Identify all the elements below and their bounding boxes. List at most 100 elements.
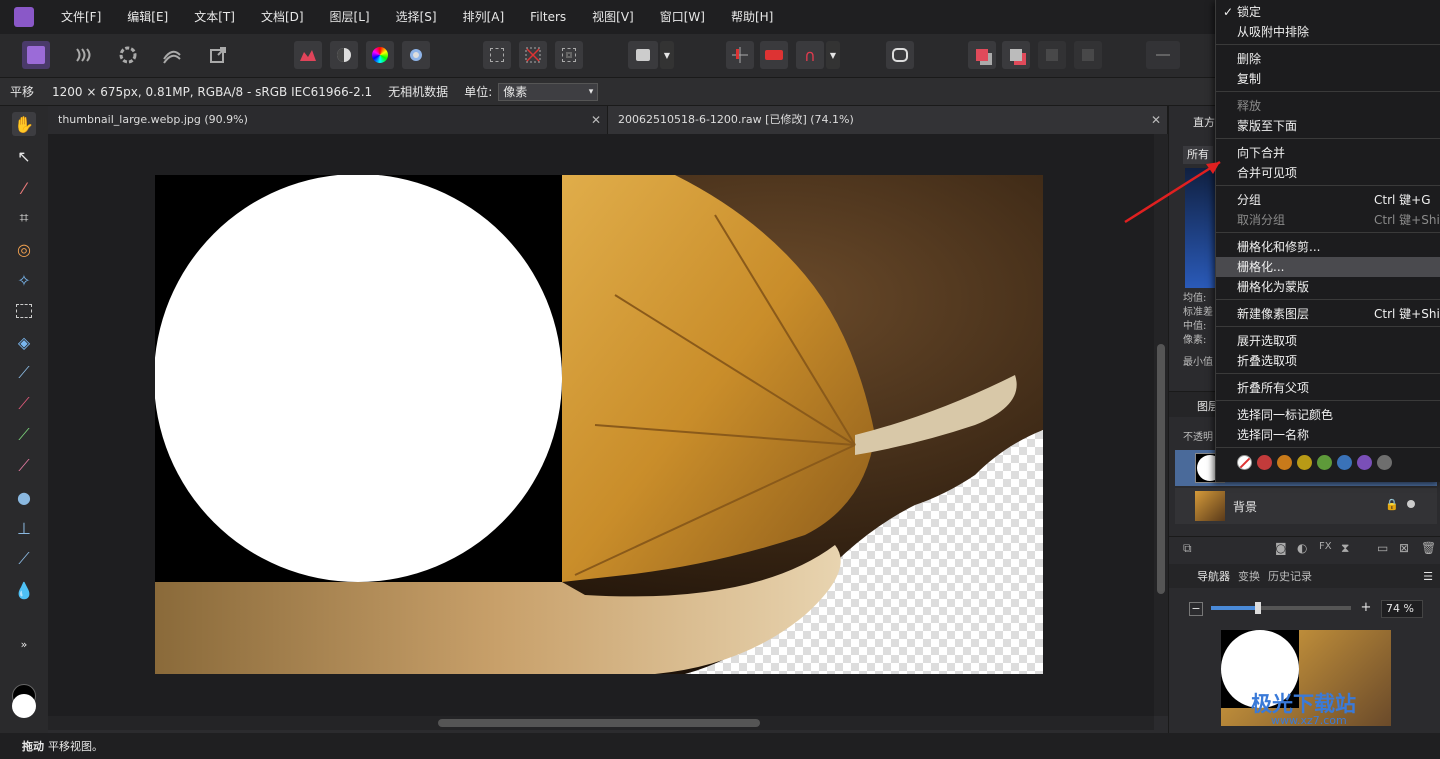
add-pixel-layer-icon[interactable]: ⊠ [1399, 541, 1409, 555]
tag-color-swatch[interactable] [1337, 455, 1352, 470]
healing-tool-icon[interactable]: ⟋ [12, 547, 36, 571]
tag-color-swatch[interactable] [1277, 455, 1292, 470]
select-all-icon[interactable] [483, 41, 511, 69]
tag-color-swatch[interactable] [1297, 455, 1312, 470]
tab-histogram[interactable]: 直方 [1193, 114, 1215, 130]
live-filter-icon[interactable]: ⧗ [1341, 541, 1349, 556]
menu-item-rasterize-trim[interactable]: 栅格化和修剪... [1216, 237, 1440, 257]
zoom-out-button[interactable]: − [1189, 602, 1203, 616]
liquify-persona-icon[interactable] [70, 41, 98, 69]
deselect-icon[interactable] [519, 41, 547, 69]
menu-item-select-same-name[interactable]: 选择同一名称 [1216, 425, 1440, 445]
menu-5[interactable]: 选择[S] [383, 0, 450, 34]
tab-navigator[interactable]: 导航器 [1197, 568, 1230, 584]
fx-icon[interactable]: FX [1319, 541, 1332, 552]
close-icon[interactable]: ✕ [1151, 106, 1161, 134]
develop-persona-icon[interactable] [114, 41, 142, 69]
menu-item-rasterize[interactable]: 栅格化... [1216, 257, 1440, 277]
mask-layer-icon[interactable]: ◙ [1275, 541, 1287, 555]
tab-transform[interactable]: 变换 [1238, 568, 1260, 584]
zoom-slider-handle[interactable] [1255, 602, 1261, 614]
zoom-slider[interactable] [1211, 602, 1351, 614]
tag-color-swatch[interactable] [1357, 455, 1372, 470]
vertical-scroll-thumb[interactable] [1157, 344, 1165, 594]
erase-tool-icon[interactable]: ⟋ [12, 454, 36, 478]
selection-brush-tool-icon[interactable]: ◎ [12, 237, 36, 261]
flood-select-tool-icon[interactable]: ✧ [12, 268, 36, 292]
auto-contrast-icon[interactable] [330, 41, 358, 69]
tab-history[interactable]: 历史记录 [1268, 568, 1312, 584]
color-replacement-tool-icon[interactable]: ⟋ [12, 423, 36, 447]
levels-icon[interactable] [294, 41, 322, 69]
color-picker-tool-icon[interactable]: ⁄ [12, 176, 36, 200]
arrange-front-icon[interactable] [1074, 41, 1102, 69]
zoom-field[interactable]: 74 % [1381, 600, 1423, 618]
menu-1[interactable]: 编辑[E] [114, 0, 181, 34]
tag-color-swatch[interactable] [1377, 455, 1392, 470]
menu-item-lock[interactable]: ✓ 锁定 [1216, 2, 1440, 22]
layer-options-icon[interactable]: ⧉ [1183, 541, 1192, 556]
menu-10[interactable]: 帮助[H] [718, 0, 786, 34]
menu-item-delete[interactable]: 删除 [1216, 49, 1440, 69]
tab-raw[interactable]: 20062510518-6-1200.raw [已修改] (74.1%) ✕ [608, 106, 1168, 134]
tag-color-swatch[interactable] [1317, 455, 1332, 470]
move-tool-icon[interactable]: ↖ [12, 144, 36, 168]
menu-item-group[interactable]: 分组 Ctrl 键+G [1216, 190, 1440, 210]
layer-row-background[interactable]: 背景 🔒 [1175, 488, 1437, 524]
menu-7[interactable]: Filters [517, 0, 579, 34]
menu-2[interactable]: 文本[T] [181, 0, 248, 34]
quick-mask-icon[interactable] [628, 41, 658, 69]
flood-fill-tool-icon[interactable]: ◈ [12, 330, 36, 354]
hand-tool-icon[interactable]: ✋ [12, 112, 36, 136]
snapping-align-icon[interactable] [726, 41, 754, 69]
invert-selection-icon[interactable] [555, 41, 583, 69]
arrange-backward-icon[interactable] [1002, 41, 1030, 69]
close-icon[interactable]: ✕ [591, 106, 601, 134]
visibility-dot-icon[interactable] [1407, 500, 1415, 508]
menu-item-rasterize-mask[interactable]: 栅格化为蒙版 [1216, 277, 1440, 297]
toolbar-more-icon[interactable] [1146, 41, 1180, 69]
pixel-tool-icon[interactable]: ⟋ [12, 392, 36, 416]
tag-color-swatch[interactable] [1257, 455, 1272, 470]
menu-6[interactable]: 排列[A] [450, 0, 518, 34]
menu-item-mask-below[interactable]: 蒙版至下面 [1216, 116, 1440, 136]
horizontal-scrollbar[interactable] [48, 716, 1154, 730]
secondary-color-swatch[interactable] [12, 694, 36, 718]
adjustment-icon[interactable]: ◐ [1297, 541, 1307, 555]
chevron-down-icon[interactable]: ▼ [660, 41, 674, 69]
arrange-forward-icon[interactable] [1038, 41, 1066, 69]
menu-item-expand-selection[interactable]: 展开选取项 [1216, 331, 1440, 351]
dodge-tool-icon[interactable]: ● [12, 485, 36, 509]
menu-item-duplicate[interactable]: 复制 [1216, 69, 1440, 89]
assistant-icon[interactable] [886, 41, 914, 69]
unit-select[interactable]: 像素 ▾ [498, 82, 599, 101]
zoom-in-button[interactable]: + [1359, 601, 1373, 616]
tab-thumbnail[interactable]: thumbnail_large.webp.jpg (90.9%) ✕ [48, 106, 608, 134]
more-tools-icon[interactable]: » [12, 632, 36, 656]
menu-item-remove-snap[interactable]: 从吸附中排除 [1216, 22, 1440, 42]
tone-mapping-persona-icon[interactable] [158, 41, 186, 69]
lock-icon[interactable]: 🔒 [1385, 498, 1399, 511]
group-folder-icon[interactable]: ▭ [1377, 541, 1388, 555]
menu-item-merge-visible[interactable]: 合并可见项 [1216, 163, 1440, 183]
horizontal-scroll-thumb[interactable] [438, 719, 760, 727]
menu-item-collapse-parents[interactable]: 折叠所有父项 [1216, 378, 1440, 398]
menu-3[interactable]: 文档[D] [248, 0, 317, 34]
menu-9[interactable]: 窗口[W] [647, 0, 718, 34]
menu-item-merge-down[interactable]: 向下合并 [1216, 143, 1440, 163]
export-persona-icon[interactable] [204, 41, 232, 69]
clone-tool-icon[interactable]: ⊥ [12, 516, 36, 540]
magnet-icon[interactable]: ∩ [796, 41, 824, 69]
menu-item-ungroup[interactable]: 取消分组 Ctrl 键+Shif [1216, 210, 1440, 230]
trash-icon[interactable]: 🗑 [1421, 541, 1436, 555]
crop-tool-icon[interactable]: ⌗ [12, 206, 36, 230]
menu-8[interactable]: 视图[V] [579, 0, 647, 34]
panel-menu-icon[interactable]: ☰ [1423, 570, 1433, 583]
blur-tool-icon[interactable]: 💧 [12, 578, 36, 602]
menu-item-select-same-color[interactable]: 选择同一标记颜色 [1216, 405, 1440, 425]
color-wheel-icon[interactable] [366, 41, 394, 69]
menu-0[interactable]: 文件[F] [48, 0, 114, 34]
document-canvas[interactable] [155, 175, 1043, 674]
menu-4[interactable]: 图层[L] [317, 0, 383, 34]
photo-persona-icon[interactable] [22, 41, 50, 69]
